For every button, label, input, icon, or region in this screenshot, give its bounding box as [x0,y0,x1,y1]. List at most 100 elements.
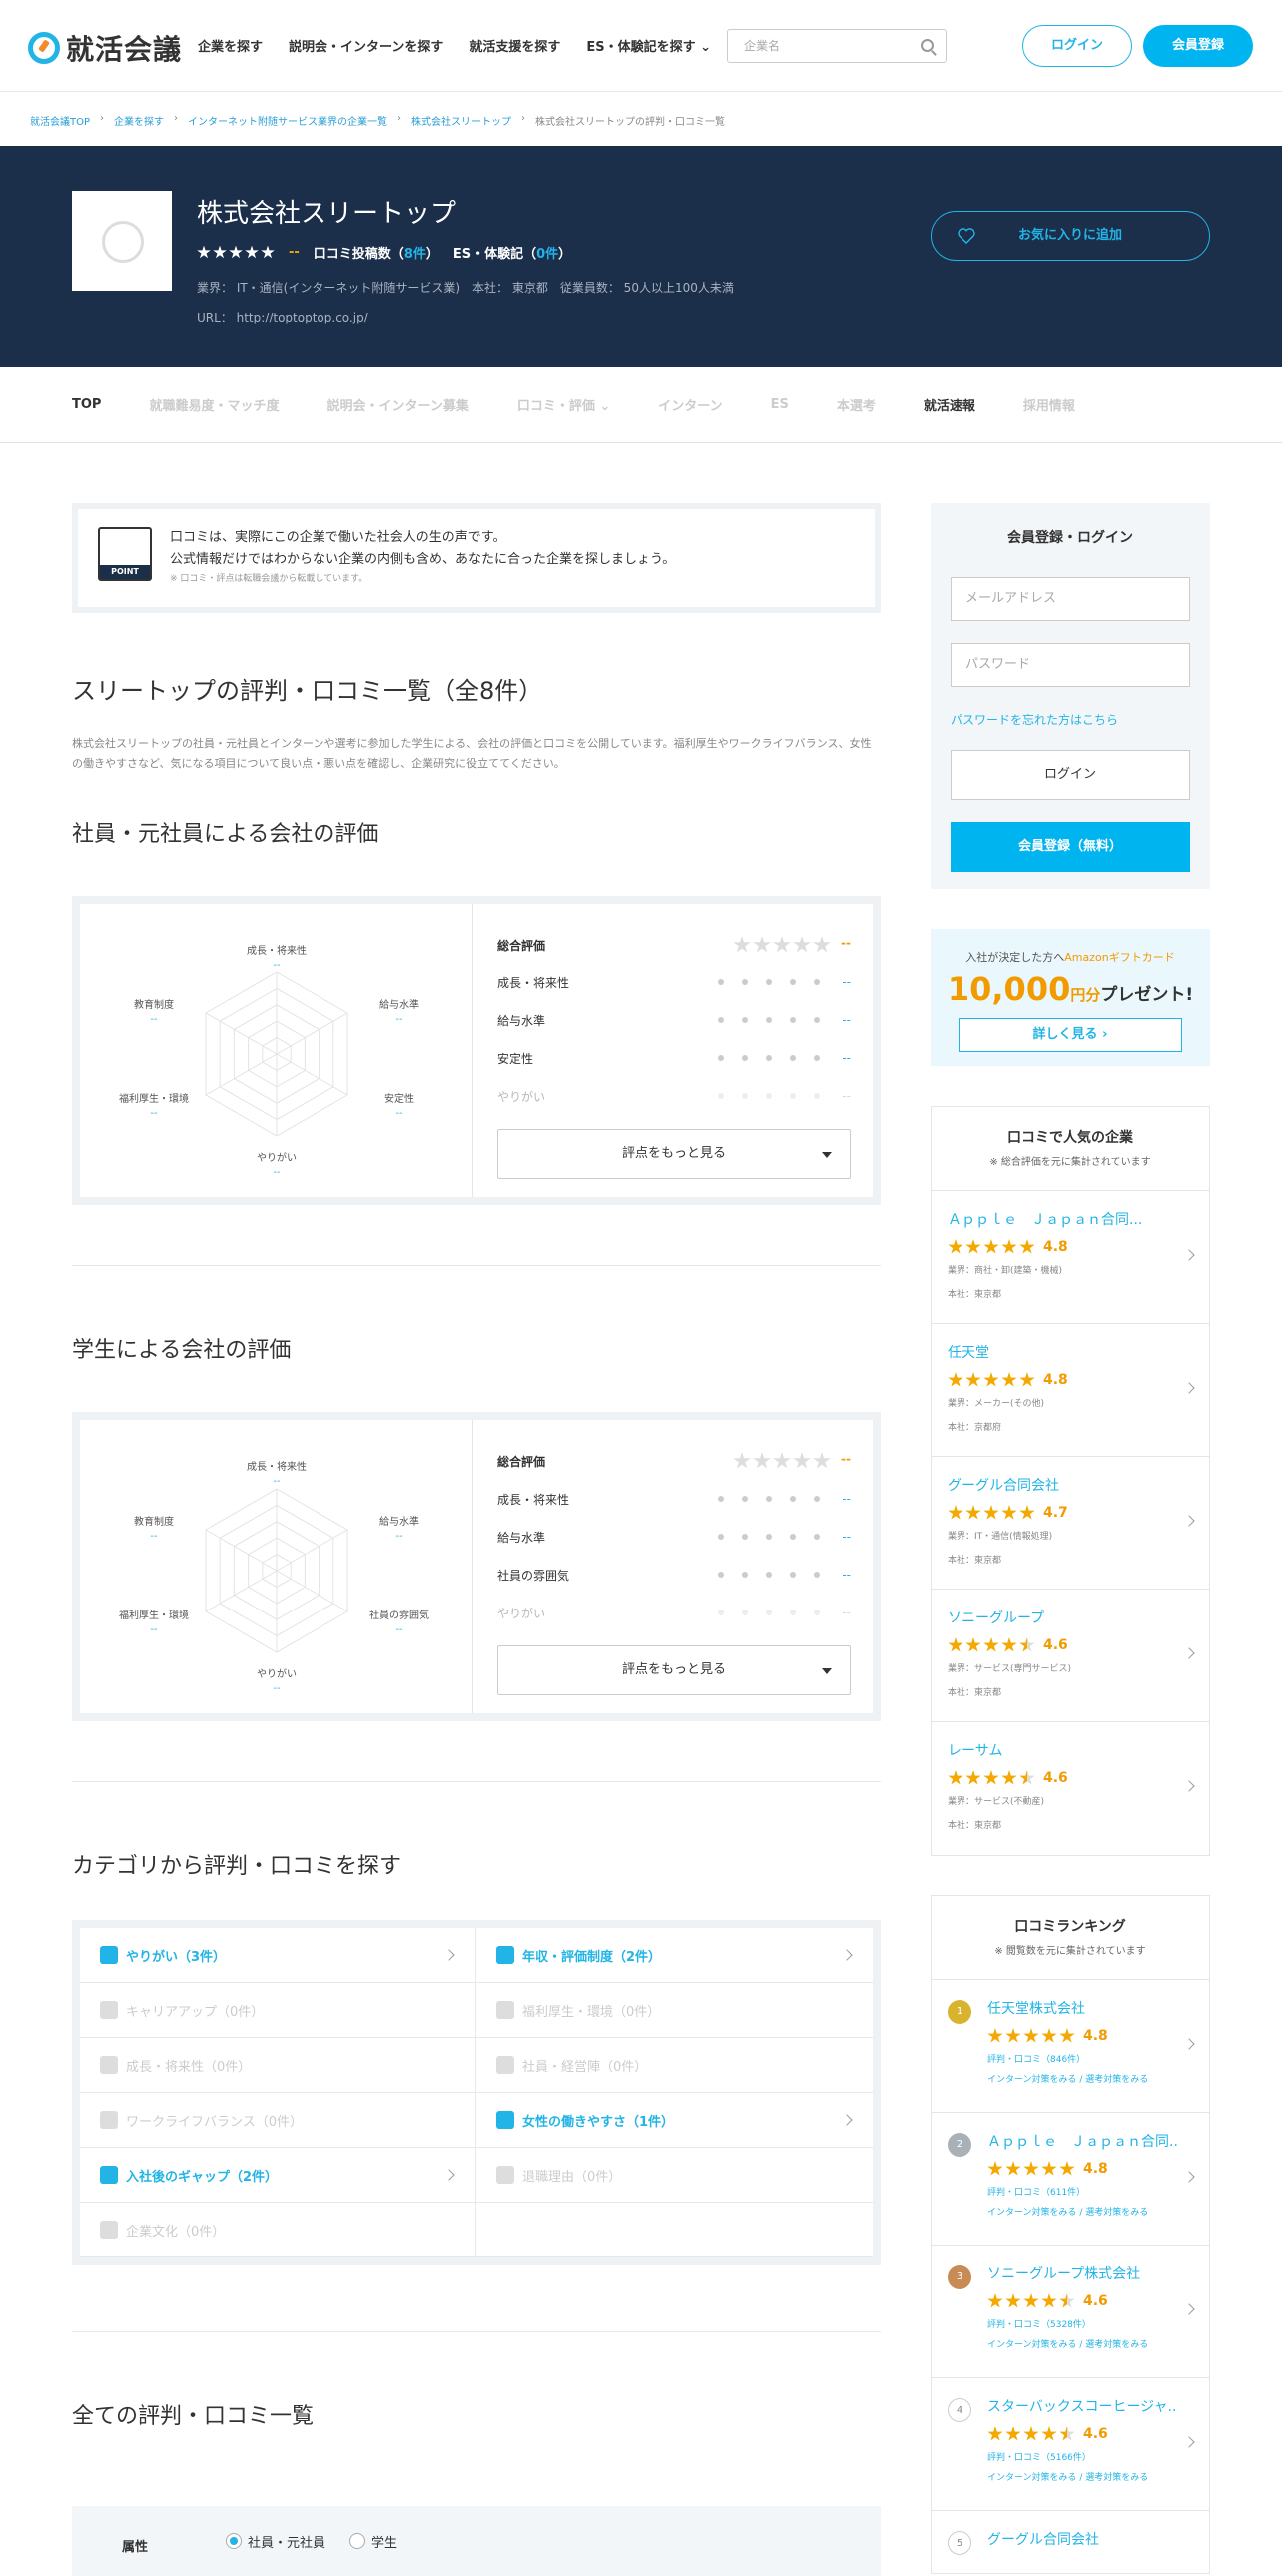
star-icon [1001,1637,1017,1652]
popular-company-item[interactable]: ソニーグループ 4.6 業界：サービス(専門サービス) 本社：東京都 [932,1590,1209,1722]
company-link[interactable]: ソニーグループ [948,1608,1157,1627]
strategy-links[interactable]: インターン対策をみる / 選考対策をみる [987,2335,1193,2355]
forgot-password-link[interactable]: パスワードを忘れた方はこちら [951,711,1190,728]
ranking-item[interactable]: 2 Ａｐｐｌｅ Ｊａｐａｎ合同... 4.8 評判・口コミ（611件） インターン対策を… [932,2113,1209,2246]
company-link[interactable]: Ａｐｐｌｅ Ｊａｐａｎ合同... [948,1209,1157,1229]
star-icon [948,1372,963,1387]
register-button[interactable]: 会員登録 [1143,25,1253,67]
ranking-item[interactable]: 1 任天堂株式会社 4.8 評判・口コミ（846件） インターン対策をみる / 選考対策… [932,1980,1209,2113]
es-count[interactable]: ES・体験記（0件） [453,243,571,262]
rating-stars [987,2426,1075,2442]
review-count-link[interactable]: 評判・口コミ（5166件） [987,2448,1193,2468]
login-button[interactable]: ログイン [1022,25,1132,67]
strategy-links[interactable]: インターン対策をみる / 選考対策をみる [987,2203,1193,2223]
breadcrumb-link[interactable]: インターネット附随サービス業界の企業一覧 [188,113,387,128]
password-field[interactable]: パスワード [951,643,1190,687]
star-icon [229,245,243,259]
star-icon [1001,1372,1017,1387]
ranking-item[interactable]: 5 グーグル合同会社 [932,2511,1209,2573]
radar-axis-line [276,1529,348,1572]
star-icon [1059,2426,1075,2441]
popular-companies: 口コミで人気の企業 ※ 総合評価を元に集計されています Ａｐｐｌｅ Ｊａｐａｎ合… [931,1106,1210,1856]
review-count-link[interactable]: 評判・口コミ（611件） [987,2183,1193,2203]
student-score-panel: 総合評価 -- 成長・将来性 -- 給与水準 -- 社員の雰囲気 -- やりがい -- … [473,1420,873,1713]
strategy-links[interactable]: インターン対策をみる / 選考対策をみる [987,2070,1193,2090]
popular-company-item[interactable]: グーグル合同会社 4.7 業界：IT・通信(情報処理) 本社：東京都 [932,1457,1209,1590]
radio-student[interactable]: 学生 [349,2533,397,2551]
score-dots: -- [718,1606,851,1619]
page-title: スリートップの評判・口コミ一覧（全8件） [72,677,543,705]
company-link[interactable]: ソニーグループ株式会社 [987,2263,1177,2283]
review-count-link[interactable]: 評判・口コミ（5328件） [987,2315,1193,2335]
sidebar-register-button[interactable]: 会員登録（無料） [951,822,1190,872]
amazon-detail-button[interactable]: 詳しく見る › [959,1018,1182,1052]
tab-es[interactable]: ES [771,397,789,412]
page-description: 株式会社スリートップの社員・元社員とインターンや選考に参加した学生による、会社の… [72,737,872,770]
nav-support-search[interactable]: 就活支援を探す [469,36,560,55]
site-logo[interactable]: 就活会議 [28,28,182,68]
ranking-item[interactable]: 4 スターバックスコーヒージャ... 4.6 評判・口コミ（5166件） インターン対策… [932,2378,1209,2511]
nav-seminar-search[interactable]: 説明会・インターンを探す [289,36,443,55]
star-icon [1001,1239,1017,1254]
review-count[interactable]: 口コミ投稿数（8件） [314,243,439,262]
rating-stars [987,2028,1075,2044]
company-url[interactable]: URL： http://toptoptop.co.jp/ [197,303,734,332]
popular-company-item[interactable]: 任天堂 4.8 業界：メーカー(その他) 本社：京都府 [932,1324,1209,1457]
tab-news[interactable]: 就活速報 [924,395,975,414]
nav-company-search[interactable]: 企業を探す [198,36,263,55]
nav-es-search[interactable]: ES・体験記を探す ⌄ [586,36,711,55]
review-count-link[interactable]: 評判・口コミ（846件） [987,2050,1193,2070]
radar-axis-label: 給与水準 -- [378,1000,419,1025]
popular-company-item[interactable]: レーサム 4.6 業界：サービス(不動産) 本社：東京都 [932,1722,1209,1855]
tab-selection[interactable]: 本選考 [837,395,876,414]
rating-stars [948,1239,1035,1255]
star-icon [1023,2161,1039,2176]
company-link[interactable]: レーサム [948,1740,1157,1760]
company-link[interactable]: Ａｐｐｌｅ Ｊａｐａｎ合同... [987,2131,1177,2151]
popular-company-item[interactable]: Ａｐｐｌｅ Ｊａｐａｎ合同... 4.8 業界：商社・卸(建築・機械) 本社：東京都 [932,1191,1209,1324]
category-item[interactable]: 入社後のギャップ（2件） [80,2148,476,2203]
student-eval-title: 学生による会社の評価 [72,1338,292,1363]
company-link[interactable]: 任天堂株式会社 [987,1998,1177,2018]
company-link[interactable]: スターバックスコーヒージャ... [987,2396,1177,2416]
tab-intern[interactable]: インターン [658,395,722,414]
category-item[interactable]: やりがい（3件） [80,1928,476,1983]
search-input[interactable]: 企業名 [727,29,947,63]
tab-difficulty[interactable]: 就職難易度・マッチ度 [149,395,279,414]
divider [72,1781,881,1782]
email-field[interactable]: メールアドレス [951,577,1190,621]
ranking-item[interactable]: 3 ソニーグループ株式会社 4.6 評判・口コミ（5328件） インターン対策をみる /… [932,2246,1209,2378]
breadcrumb-link[interactable]: 株式会社スリートップ [411,113,511,128]
category-item: 福利厚生・環境（0件） [476,1983,873,2038]
tab-top[interactable]: TOP [72,397,101,412]
more-scores-button[interactable]: 評点をもっと見る [497,1645,851,1695]
tab-reviews[interactable]: 口コミ・評価 ⌄ [517,395,610,414]
star-icon [983,1372,999,1387]
breadcrumb-link[interactable]: 就活会議TOP [30,113,90,128]
company-link[interactable]: 任天堂 [948,1342,1157,1362]
more-scores-button[interactable]: 評点をもっと見る [497,1129,851,1179]
category-item[interactable]: 年収・評価制度（2件） [476,1928,873,1983]
category-icon [496,2111,514,2129]
logo-icon [28,32,60,64]
star-icon [965,1372,981,1387]
company-link[interactable]: グーグル合同会社 [987,2529,1177,2549]
breadcrumb-link[interactable]: 企業を探す [114,113,164,128]
rank-badge: 3 [948,2265,971,2289]
star-icon [1005,2426,1021,2441]
category-item[interactable]: 女性の働きやすさ（1件） [476,2093,873,2148]
category-item: ワークライフバランス（0件） [80,2093,476,2148]
point-notice: POINT 口コミは、実際にこの企業で働いた社会人の生の声です。 公式情報だけで… [72,503,881,613]
radar-axis-label: 福利厚生・環境 -- [119,1610,190,1635]
company-link[interactable]: グーグル合同会社 [948,1475,1157,1495]
radio-employee[interactable]: 社員・元社員 [226,2533,325,2551]
tab-seminar[interactable]: 説明会・インターン募集 [326,395,468,414]
tab-recruit[interactable]: 採用情報 [1023,395,1075,414]
star-icon [1005,2161,1021,2176]
favorite-button[interactable]: お気に入りに追加 [931,211,1210,261]
search-icon[interactable] [921,39,934,52]
sidebar-login-button[interactable]: ログイン [951,750,1190,800]
strategy-links[interactable]: インターン対策をみる / 選考対策をみる [987,2468,1193,2488]
radar-axis-line [276,1053,348,1096]
rating-value: -- [289,245,300,260]
